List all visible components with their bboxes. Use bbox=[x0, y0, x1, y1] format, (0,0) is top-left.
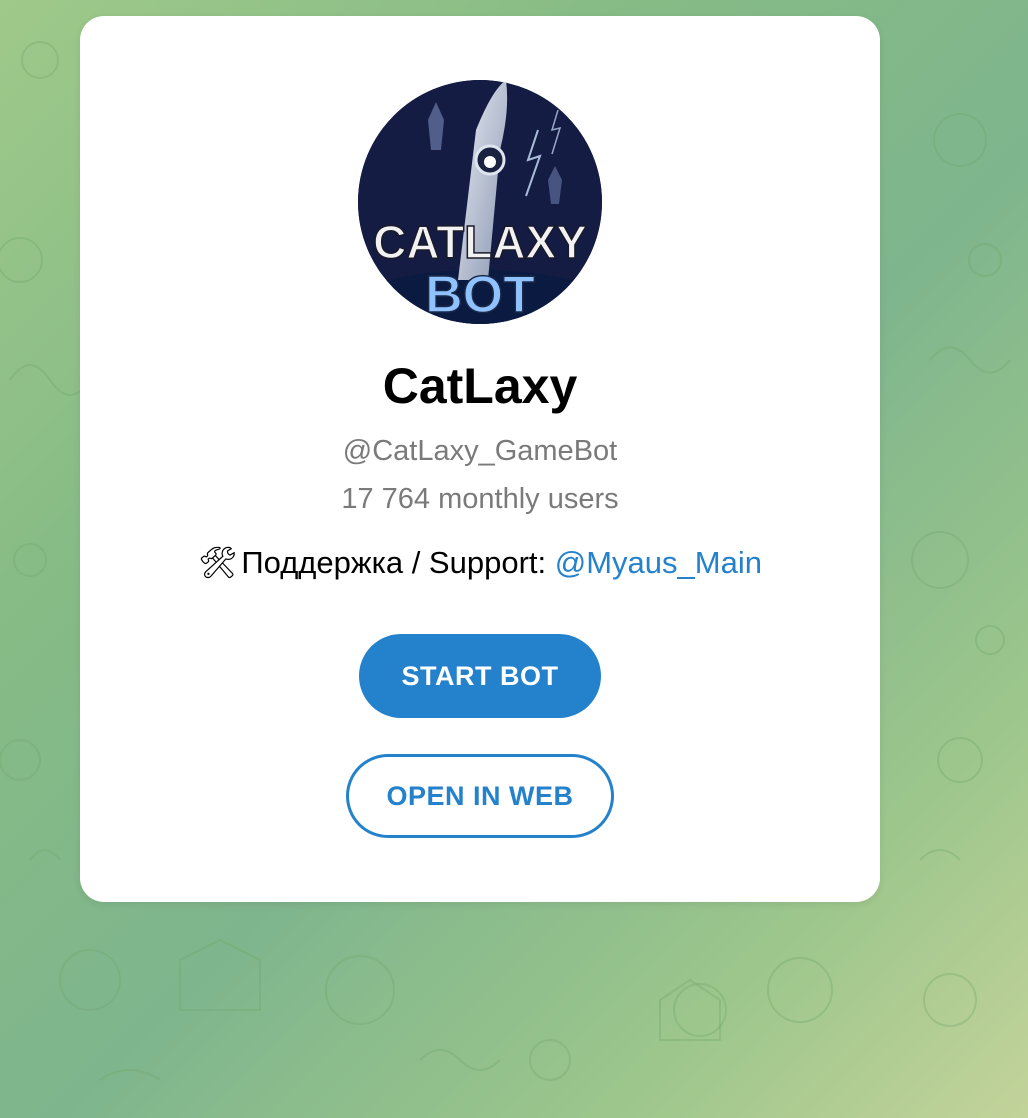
start-bot-button[interactable]: START BOT bbox=[359, 634, 601, 718]
bot-avatar: CATLAXY BOT bbox=[358, 80, 602, 324]
bot-username: @CatLaxy_GameBot bbox=[342, 435, 618, 467]
description-text: Поддержка / Support: bbox=[241, 545, 555, 580]
hammer-and-wrench-icon: 🛠 bbox=[198, 545, 238, 580]
support-link[interactable]: @Myaus_Main bbox=[555, 545, 762, 580]
bot-description: 🛠 Поддержка / Support: @Myaus_Main bbox=[80, 544, 880, 582]
avatar-subtitle-text: BOT bbox=[425, 266, 535, 324]
avatar-title-text: CATLAXY bbox=[373, 216, 587, 268]
bot-name: CatLaxy bbox=[382, 358, 578, 414]
open-in-web-button[interactable]: OPEN IN WEB bbox=[346, 754, 614, 838]
bot-profile-card: CATLAXY BOT CatLaxy @CatLaxy_GameBot 17 … bbox=[80, 16, 880, 902]
monthly-users-count: 17 764 monthly users bbox=[341, 483, 619, 515]
